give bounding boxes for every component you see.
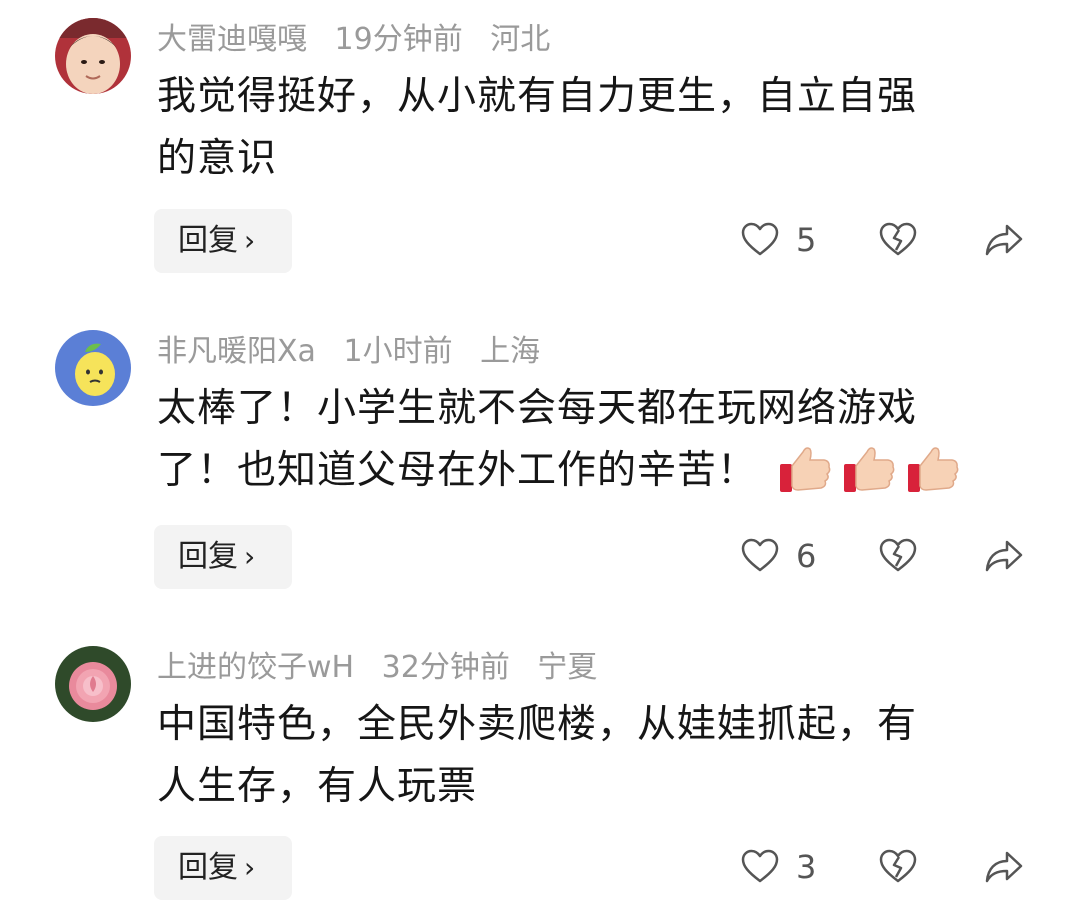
avatar[interactable] xyxy=(55,18,131,94)
chevron-right-icon: › xyxy=(244,224,256,257)
username[interactable]: 非凡暖阳Xa xyxy=(157,334,316,369)
broken-heart-icon xyxy=(879,538,917,572)
location: 宁夏 xyxy=(537,650,598,685)
reply-button[interactable]: 回复 › xyxy=(154,209,292,273)
heart-icon xyxy=(741,538,779,572)
like-count: 6 xyxy=(796,537,817,575)
like-count: 3 xyxy=(796,848,817,886)
username[interactable]: 上进的饺子wH xyxy=(157,650,354,685)
share-arrow-icon xyxy=(985,224,1023,256)
baby-face-icon xyxy=(55,18,131,94)
timestamp: 32分钟前 xyxy=(381,650,510,685)
comment-text: 太棒了！小学生就不会每天都在玩网络游戏 了！也知道父母在外工作的辛苦！ xyxy=(157,378,1017,502)
share-arrow-icon xyxy=(985,540,1023,572)
comment-meta: 非凡暖阳Xa 1小时前 上海 xyxy=(157,330,558,374)
comment-line: 我觉得挺好，从小就有自力更生，自立自强 xyxy=(157,74,918,119)
comment-line: 的意识 xyxy=(157,136,278,181)
reply-label: 回复 xyxy=(178,223,238,258)
dislike-button[interactable] xyxy=(878,220,918,260)
avatar[interactable] xyxy=(55,646,131,722)
dislike-button[interactable] xyxy=(878,536,918,576)
thumbs-up-icon xyxy=(844,446,895,492)
avatar[interactable] xyxy=(55,330,131,406)
comment-meta: 上进的饺子wH 32分钟前 宁夏 xyxy=(157,646,615,690)
reply-button[interactable]: 回复 › xyxy=(154,525,292,589)
comment-text: 我觉得挺好，从小就有自力更生，自立自强 的意识 xyxy=(157,66,1017,190)
comment-text: 中国特色，全民外卖爬楼，从娃娃抓起，有 人生存，有人玩票 xyxy=(157,694,1017,818)
emoji-group xyxy=(757,446,962,493)
like-button[interactable]: 5 xyxy=(740,220,816,260)
heart-icon xyxy=(741,849,779,883)
reply-label: 回复 xyxy=(178,850,238,885)
thumbs-up-icon xyxy=(908,446,959,492)
location: 上海 xyxy=(480,334,541,369)
reply-label: 回复 xyxy=(178,539,238,574)
like-button[interactable]: 6 xyxy=(740,536,816,576)
thumbs-up-icon xyxy=(780,446,831,492)
comment-line: 太棒了！小学生就不会每天都在玩网络游戏 xyxy=(157,386,918,431)
reply-button[interactable]: 回复 › xyxy=(154,836,292,900)
heart-icon xyxy=(741,222,779,256)
comment-line: 中国特色，全民外卖爬楼，从娃娃抓起，有 xyxy=(157,702,918,747)
timestamp: 1小时前 xyxy=(343,334,453,369)
share-button[interactable] xyxy=(983,220,1025,260)
username[interactable]: 大雷迪嘎嘎 xyxy=(157,22,307,57)
chevron-right-icon: › xyxy=(244,851,256,884)
dislike-button[interactable] xyxy=(878,847,918,887)
timestamp: 19分钟前 xyxy=(334,22,463,57)
comment-line: 人生存，有人玩票 xyxy=(157,764,478,809)
like-button[interactable]: 3 xyxy=(740,847,816,887)
share-button[interactable] xyxy=(983,847,1025,887)
like-count: 5 xyxy=(796,221,817,259)
lemon-icon xyxy=(55,330,131,406)
broken-heart-icon xyxy=(879,849,917,883)
comment-line-text: 了！也知道父母在外工作的辛苦！ xyxy=(157,448,758,493)
share-button[interactable] xyxy=(983,536,1025,576)
rose-icon xyxy=(55,646,131,722)
broken-heart-icon xyxy=(879,222,917,256)
chevron-right-icon: › xyxy=(244,540,256,573)
comment-meta: 大雷迪嘎嘎 19分钟前 河北 xyxy=(157,18,568,62)
comment-line: 了！也知道父母在外工作的辛苦！ xyxy=(157,440,1017,502)
share-arrow-icon xyxy=(985,851,1023,883)
location: 河北 xyxy=(490,22,551,57)
